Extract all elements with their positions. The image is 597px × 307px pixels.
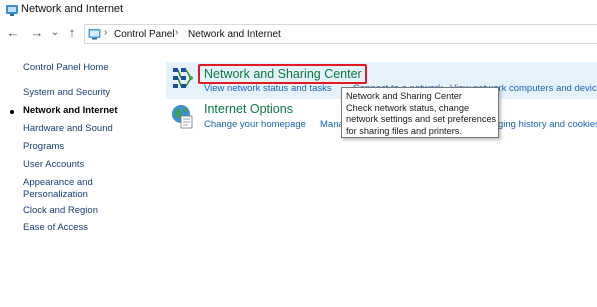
tooltip-line: network settings and set preferences [346, 114, 497, 124]
sidebar-item-personalization[interactable]: Personalization [23, 189, 88, 201]
sidebar-item-hardware-and-sound[interactable]: Hardware and Sound [23, 123, 113, 135]
breadcrumb-network-and-internet[interactable]: Network and Internet [188, 29, 281, 40]
view-network-status-link[interactable]: View network status and tasks [204, 83, 332, 94]
annotation-highlight-box [198, 64, 367, 84]
sidebar-item-user-accounts[interactable]: User Accounts [23, 159, 84, 171]
sidebar-item-programs[interactable]: Programs [23, 141, 64, 153]
internet-options-icon [172, 105, 193, 129]
sidebar-item-appearance[interactable]: Appearance and [23, 177, 93, 189]
sidebar-item-system-and-security[interactable]: System and Security [23, 87, 110, 99]
address-bar[interactable]: › Control Panel › Network and Internet [84, 24, 597, 44]
recent-locations-button[interactable]: ⌄ [49, 25, 61, 41]
sidebar-item-control-panel-home[interactable]: Control Panel Home [23, 62, 109, 74]
breadcrumb-control-panel[interactable]: Control Panel [114, 29, 175, 40]
tooltip-title: Network and Sharing Center [346, 91, 462, 101]
forward-button[interactable]: → [28, 25, 46, 41]
up-button[interactable]: ↑ [64, 25, 80, 41]
sidebar-item-clock-and-region[interactable]: Clock and Region [23, 205, 98, 217]
title-bar: Network and Internet [0, 0, 597, 22]
breadcrumb-separator: › [104, 27, 108, 38]
current-item-bullet [10, 110, 14, 114]
change-homepage-link[interactable]: Change your homepage [204, 119, 306, 130]
breadcrumb-separator: › [175, 27, 179, 38]
tooltip-line: Check network status, change [346, 102, 470, 113]
window-title: Network and Internet [21, 3, 124, 15]
back-button[interactable]: ← [4, 25, 22, 41]
tooltip: Network and Sharing Center Check network… [341, 87, 499, 138]
tooltip-line: for sharing files and printers. [346, 125, 462, 136]
internet-options-link[interactable]: Internet Options [204, 102, 293, 116]
sidebar-item-network-and-internet[interactable]: Network and Internet [23, 105, 118, 117]
sidebar-item-ease-of-access[interactable]: Ease of Access [23, 222, 88, 234]
navigation-bar: ← → ⌄ ↑ › Control Panel › Network and In… [0, 22, 597, 46]
delete-browsing-history-link[interactable]: ging history and cookies [498, 119, 597, 130]
network-sharing-icon [173, 68, 193, 88]
network-folder-icon [6, 5, 18, 16]
control-panel-icon [88, 29, 101, 40]
